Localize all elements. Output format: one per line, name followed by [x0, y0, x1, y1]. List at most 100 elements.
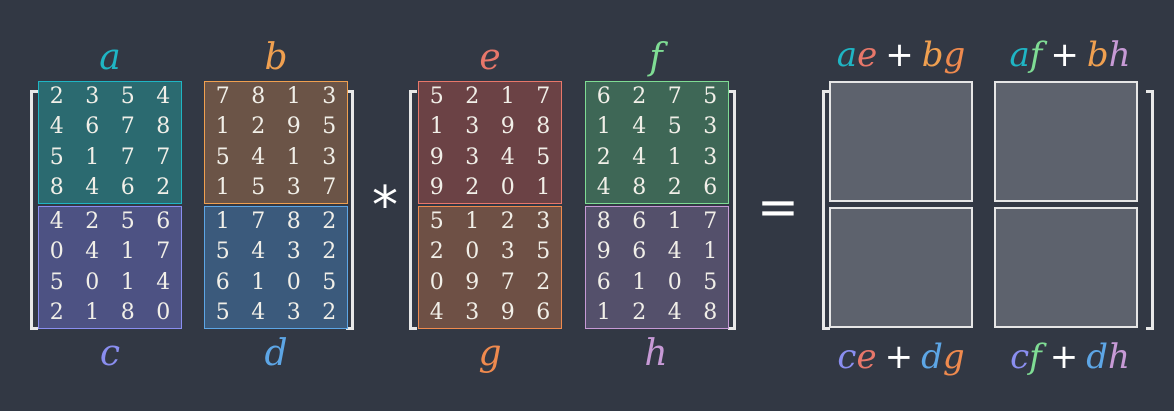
matrix-cell: 9	[429, 144, 444, 170]
matrix-cell: 4	[156, 84, 171, 110]
matrix-cell: 1	[286, 144, 301, 170]
term-letter-f: f	[1029, 337, 1042, 377]
result-box-bottom-right	[994, 207, 1138, 328]
equals-operator: =	[757, 178, 799, 236]
term-letter-b: b	[921, 35, 944, 75]
matrix-cell: 5	[49, 269, 64, 295]
term-letter-b: b	[1086, 35, 1109, 75]
matrix-cell: 3	[322, 144, 337, 170]
result-expr-bottom-left: ce + dg	[821, 340, 981, 374]
block-label-h: h	[644, 333, 668, 374]
term-ce: ce	[837, 337, 876, 377]
matrix-cell: 5	[322, 114, 337, 140]
matrix-cell: 1	[596, 299, 611, 325]
matrix-cell: 4	[49, 114, 64, 140]
matrix-cell: 3	[465, 299, 480, 325]
matrix-cell: 3	[286, 174, 301, 200]
multiply-operator: *	[372, 176, 398, 236]
plus-sign: +	[885, 35, 914, 75]
result-expr-top-right: af + bh	[990, 38, 1150, 72]
result-box-bottom-left	[829, 207, 973, 328]
matrix-cell: 3	[286, 299, 301, 325]
matrix-cell: 1	[596, 114, 611, 140]
matrix-cell: 1	[215, 209, 230, 235]
matrix-cell: 5	[667, 114, 682, 140]
matrix-cell: 4	[156, 269, 171, 295]
matrix-cell: 2	[632, 84, 647, 110]
matrix-cell: 2	[429, 239, 444, 265]
matrix-cell: 2	[85, 209, 100, 235]
term-cf: cf	[1010, 337, 1042, 377]
matrix-cell: 5	[429, 209, 444, 235]
matrix-cell: 0	[156, 299, 171, 325]
matrix-cell: 9	[429, 174, 444, 200]
matrix-cell: 4	[667, 299, 682, 325]
matrix-cell: 0	[667, 269, 682, 295]
matrix-cell: 3	[286, 239, 301, 265]
block-label-d: d	[264, 333, 288, 374]
matrix-cell: 1	[85, 299, 100, 325]
term-letter-a: a	[1009, 35, 1030, 75]
matrix-cell: 9	[465, 269, 480, 295]
matrix-cell: 1	[251, 269, 266, 295]
matrix-cell: 6	[85, 114, 100, 140]
matrix-cell: 5	[536, 239, 551, 265]
block-e: 5217139893459201	[418, 81, 562, 204]
matrix-cell: 1	[85, 144, 100, 170]
matrix-cell: 3	[322, 84, 337, 110]
term-letter-c: c	[1010, 337, 1030, 377]
matrix-cell: 8	[120, 299, 135, 325]
matrix-cell: 9	[500, 299, 515, 325]
right-matrix-close-bracket	[728, 90, 736, 330]
term-bh: bh	[1087, 35, 1131, 75]
matrix-cell: 4	[251, 144, 266, 170]
matrix-cell: 7	[215, 84, 230, 110]
block-a: 2354467851778462	[38, 81, 182, 204]
matrix-cell: 2	[322, 299, 337, 325]
block-label-g: g	[478, 333, 502, 374]
matrix-cell: 7	[536, 84, 551, 110]
left-matrix-open-bracket	[30, 90, 38, 330]
matrix-cell: 6	[596, 84, 611, 110]
result-box-top-right	[994, 81, 1138, 202]
matrix-cell: 2	[251, 114, 266, 140]
matrix-cell: 3	[465, 114, 480, 140]
block-label-e: e	[479, 37, 501, 78]
matrix-cell: 0	[85, 269, 100, 295]
matrix-cell: 8	[251, 84, 266, 110]
matrix-cell: 4	[632, 114, 647, 140]
matrix-cell: 1	[120, 269, 135, 295]
matrix-cell: 5	[429, 84, 444, 110]
matrix-cell: 8	[703, 299, 718, 325]
matrix-cell: 5	[215, 239, 230, 265]
matrix-cell: 4	[85, 239, 100, 265]
matrix-cell: 7	[251, 209, 266, 235]
block-label-a: a	[99, 37, 121, 78]
matrix-cell: 6	[632, 239, 647, 265]
result-expr-bottom-right: cf + dh	[990, 340, 1150, 374]
matrix-cell: 7	[156, 239, 171, 265]
matrix-cell: 8	[286, 209, 301, 235]
matrix-cell: 6	[156, 209, 171, 235]
term-letter-f: f	[1029, 35, 1043, 75]
matrix-cell: 5	[703, 269, 718, 295]
matrix-cell: 2	[49, 299, 64, 325]
matrix-cell: 7	[120, 144, 135, 170]
matrix-cell: 7	[703, 209, 718, 235]
matrix-cell: 4	[251, 299, 266, 325]
term-letter-e: e	[857, 35, 878, 75]
matrix-cell: 5	[120, 209, 135, 235]
matrix-cell: 6	[632, 209, 647, 235]
matrix-cell: 3	[703, 114, 718, 140]
matrix-cell: 2	[322, 209, 337, 235]
matrix-cell: 4	[596, 174, 611, 200]
matrix-cell: 2	[465, 174, 480, 200]
matrix-cell: 9	[286, 114, 301, 140]
matrix-cell: 1	[667, 144, 682, 170]
matrix-cell: 1	[632, 269, 647, 295]
matrix-cell: 6	[703, 174, 718, 200]
matrix-cell: 6	[596, 269, 611, 295]
matrix-cell: 5	[49, 144, 64, 170]
matrix-cell: 1	[120, 239, 135, 265]
matrix-cell: 6	[120, 174, 135, 200]
